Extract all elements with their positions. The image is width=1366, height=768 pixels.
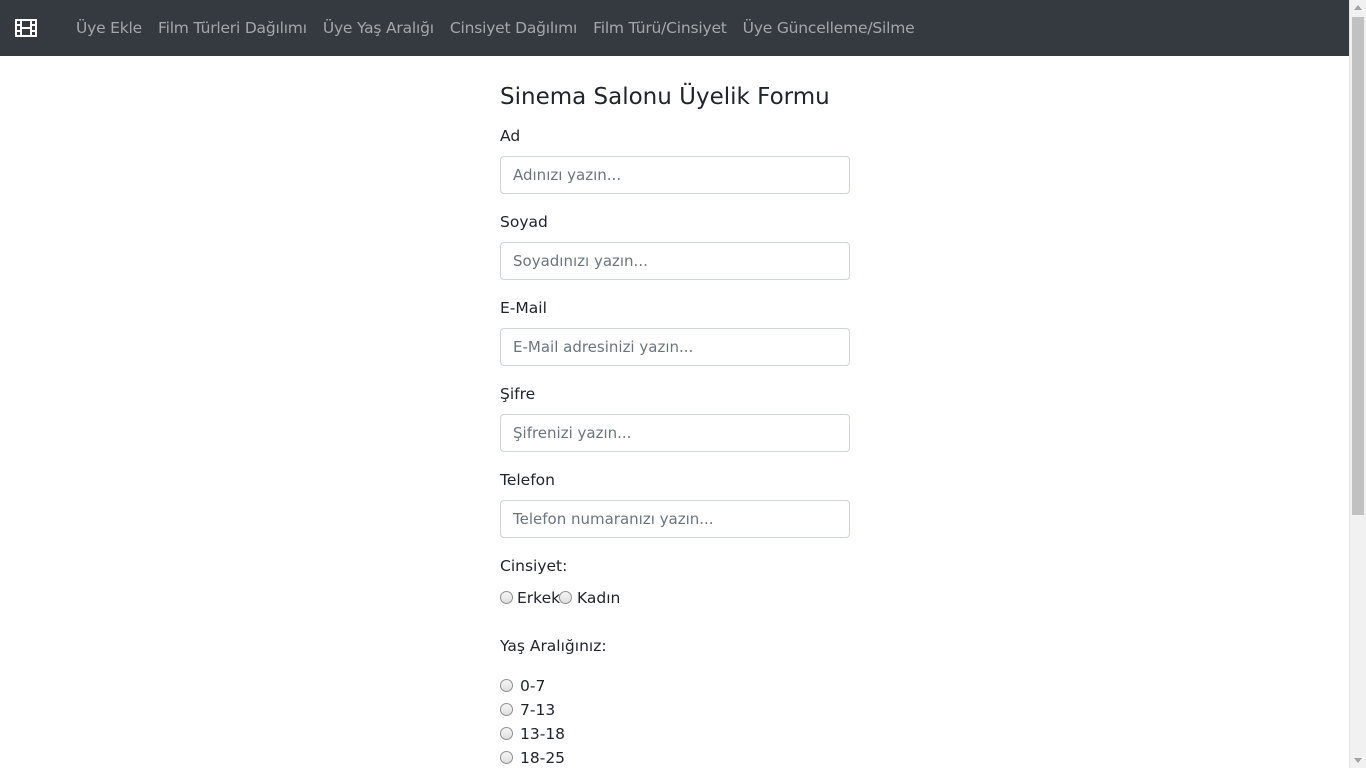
form-title: Sinema Salonu Üyelik Formu	[500, 84, 830, 110]
radio-age-7-13[interactable]	[500, 703, 513, 716]
sifre-label: Şifre	[500, 385, 536, 403]
radio-age-13-18-label[interactable]: 13-18	[520, 725, 565, 743]
nav-link-uye-ekle[interactable]: Üye Ekle	[68, 0, 150, 56]
ad-input[interactable]	[500, 156, 850, 194]
scroll-down-icon[interactable]	[1354, 758, 1362, 763]
radio-age-13-18[interactable]	[500, 727, 513, 740]
radio-erkek[interactable]	[500, 591, 513, 604]
film-icon[interactable]	[15, 18, 37, 38]
radio-age-0-7-label[interactable]: 0-7	[520, 677, 545, 695]
radio-age-18-25-label[interactable]: 18-25	[520, 749, 565, 767]
radio-age-7-13-label[interactable]: 7-13	[520, 701, 555, 719]
yas-araligi-label: Yaş Aralığınız:	[500, 637, 607, 655]
ad-label: Ad	[500, 127, 521, 145]
email-label: E-Mail	[500, 299, 547, 317]
top-navbar: Üye Ekle Film Türleri Dağılımı Üye Yaş A…	[0, 0, 1349, 56]
nav-link-cinsiyet-dagilimi[interactable]: Cinsiyet Dağılımı	[442, 0, 585, 56]
email-input[interactable]	[500, 328, 850, 366]
scroll-thumb[interactable]	[1352, 17, 1364, 515]
nav-link-film-turu-cinsiyet[interactable]: Film Türü/Cinsiyet	[585, 0, 735, 56]
nav-link-film-turleri[interactable]: Film Türleri Dağılımı	[150, 0, 315, 56]
sifre-input[interactable]	[500, 414, 850, 452]
telefon-input[interactable]	[500, 500, 850, 538]
nav-link-uye-guncelleme[interactable]: Üye Güncelleme/Silme	[735, 0, 923, 56]
telefon-label: Telefon	[500, 471, 555, 489]
radio-age-18-25[interactable]	[500, 751, 513, 764]
soyad-input[interactable]	[500, 242, 850, 280]
radio-kadin[interactable]	[559, 591, 572, 604]
radio-erkek-label[interactable]: Erkek	[517, 589, 560, 607]
nav-links: Üye Ekle Film Türleri Dağılımı Üye Yaş A…	[68, 0, 922, 56]
radio-kadin-label[interactable]: Kadın	[577, 589, 620, 607]
cinsiyet-label: Cinsiyet:	[500, 557, 568, 575]
vertical-scrollbar[interactable]	[1349, 0, 1366, 768]
nav-link-yas-araligi[interactable]: Üye Yaş Aralığı	[315, 0, 442, 56]
scroll-up-icon[interactable]	[1354, 5, 1362, 10]
radio-age-0-7[interactable]	[500, 679, 513, 692]
soyad-label: Soyad	[500, 213, 548, 231]
